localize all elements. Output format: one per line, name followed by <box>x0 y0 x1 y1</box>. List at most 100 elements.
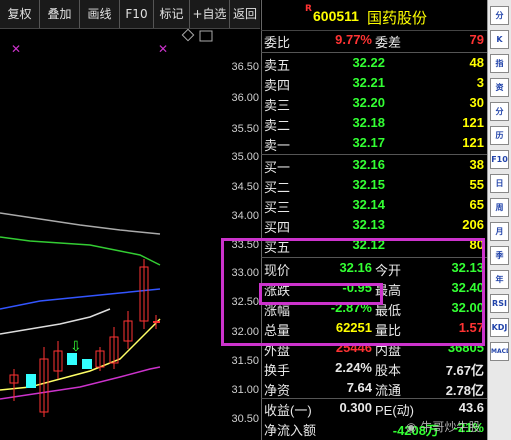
down-arrow-icon: ⇩ <box>70 339 82 355</box>
index-icon[interactable]: 指 <box>490 54 509 73</box>
stats-label: PE(动) <box>375 403 415 418</box>
divider <box>261 398 487 399</box>
watermark: ◉ 牛哥炒牛股 <box>406 418 480 435</box>
price-tick: 34.50 <box>231 181 259 193</box>
highlight-box <box>259 283 383 305</box>
buy-row[interactable]: 买一 32.16 38 <box>261 157 487 177</box>
buy-level-label: 买二 <box>264 180 291 195</box>
stats-row: 换手 2.24% 股本 7.67亿 <box>261 360 487 380</box>
divider <box>261 52 487 53</box>
stats-label: 换手 <box>264 363 291 378</box>
sell-volume: 121 <box>462 135 484 150</box>
marker-icon: ✕ <box>158 42 168 56</box>
stats-label: 净资 <box>264 383 291 398</box>
ma-line-purple <box>0 366 161 400</box>
overlay-button[interactable]: 叠加 <box>40 0 80 28</box>
price-tick: 35.00 <box>231 151 259 163</box>
sell-volume: 30 <box>469 95 484 110</box>
restore-rights-button[interactable]: 复权 <box>0 0 40 28</box>
candle <box>82 359 92 369</box>
sell-level-label: 卖二 <box>264 118 291 133</box>
back-button[interactable]: 返回 <box>230 0 260 28</box>
minute-chart-icon[interactable]: 分 <box>490 6 509 25</box>
sell-price: 32.20 <box>352 95 385 110</box>
sell-level-label: 卖五 <box>264 58 291 73</box>
daily-icon[interactable]: 日 <box>490 174 509 193</box>
monthly-icon[interactable]: 月 <box>490 222 509 241</box>
stock-code: 600511 <box>313 8 359 24</box>
kdj-icon[interactable]: KDJ <box>490 318 509 337</box>
order-diff-value: 79 <box>469 32 484 47</box>
order-ratio-row: 委比 9.77% 委差 79 <box>261 32 487 52</box>
sell-row[interactable]: 卖五 32.22 48 <box>261 55 487 75</box>
sell-level-label: 卖三 <box>264 98 291 113</box>
stats-value: 0.300 <box>339 400 372 415</box>
price-scale: 36.50 36.00 35.50 35.00 34.50 34.00 33.5… <box>217 29 261 440</box>
kline-chart[interactable]: ✕ ✕ ⇩ <box>0 29 217 440</box>
sell-price: 32.21 <box>352 75 385 90</box>
buy-row[interactable]: 买四 32.13 206 <box>261 217 487 237</box>
buy-row[interactable]: 买三 32.14 65 <box>261 197 487 217</box>
stats-row: 净资 7.64 流通 2.78亿 <box>261 380 487 400</box>
price-tick: 36.50 <box>231 61 259 73</box>
sell-row[interactable]: 卖四 32.21 3 <box>261 75 487 95</box>
chart-toolbar: 复权 叠加 画线 F10 标记 +自选 返回 <box>0 0 260 29</box>
buy-volume: 206 <box>462 217 484 232</box>
watermark-text: 牛哥炒牛股 <box>420 420 481 434</box>
buy-price: 32.13 <box>352 217 385 232</box>
price-tick: 31.50 <box>231 355 259 367</box>
split-icon[interactable]: 分 <box>490 102 509 121</box>
sell-price: 32.22 <box>352 55 385 70</box>
window-icon[interactable] <box>199 30 213 42</box>
buy-level-label: 买三 <box>264 200 291 215</box>
sell-volume: 3 <box>476 75 484 90</box>
stats-label: 流通 <box>375 383 402 398</box>
buy-price: 32.15 <box>352 177 385 192</box>
divider <box>261 154 487 155</box>
buy-level-label: 买四 <box>264 220 291 235</box>
draw-line-button[interactable]: 画线 <box>80 0 120 28</box>
add-watchlist-button[interactable]: +自选 <box>190 0 230 28</box>
kline-icon[interactable]: K <box>490 30 509 49</box>
macd-icon[interactable]: MACD <box>490 342 509 361</box>
buy-price: 32.16 <box>352 157 385 172</box>
stock-name: 国药股份 <box>367 9 428 27</box>
candles: ⇩ <box>9 259 160 417</box>
sell-row[interactable]: 卖一 32.17 121 <box>261 135 487 155</box>
order-ratio-value: 9.77% <box>335 32 372 47</box>
fund-icon[interactable]: 资 <box>490 78 509 97</box>
chart-markers: ✕ ✕ <box>11 29 213 56</box>
buy-volume: 55 <box>469 177 484 192</box>
order-ratio-label: 委比 <box>264 35 291 50</box>
mark-button[interactable]: 标记 <box>154 0 190 28</box>
sell-row[interactable]: 卖二 32.18 121 <box>261 115 487 135</box>
stats-row: 收益(一) 0.300 PE(动) 43.6 <box>261 400 487 420</box>
buy-price: 32.14 <box>352 197 385 212</box>
quarterly-icon[interactable]: 季 <box>490 246 509 265</box>
buy-volume: 38 <box>469 157 484 172</box>
stats-label: 股本 <box>375 363 402 378</box>
stats-value: 2.24% <box>335 360 372 375</box>
ma-line-white <box>0 308 111 335</box>
marker-icon: ✕ <box>11 42 21 56</box>
candle <box>153 321 160 323</box>
weekly-icon[interactable]: 周 <box>490 198 509 217</box>
buy-row[interactable]: 买二 32.15 55 <box>261 177 487 197</box>
net-inflow-label: 净流入额 <box>264 423 317 438</box>
sell-row[interactable]: 卖三 32.20 30 <box>261 95 487 115</box>
buy-volume: 65 <box>469 197 484 212</box>
stats-label: 收益(一) <box>264 403 312 418</box>
tool-sidebar: 分 K 指 资 分 历 F10 日 周 月 季 年 RSI KDJ MACD <box>487 0 511 440</box>
f10-button[interactable]: F10 <box>120 0 154 28</box>
yearly-icon[interactable]: 年 <box>490 270 509 289</box>
sell-volume: 121 <box>462 115 484 130</box>
rsi-icon[interactable]: RSI <box>490 294 509 313</box>
price-tick: 35.50 <box>231 123 259 135</box>
f10-icon[interactable]: F10 <box>490 150 509 169</box>
diamond-icon[interactable] <box>181 29 195 42</box>
stock-header: R 600511 国药股份 <box>261 0 487 31</box>
stats-value: 7.64 <box>346 380 372 395</box>
history-icon[interactable]: 历 <box>490 126 509 145</box>
price-tick: 30.50 <box>231 413 259 425</box>
candle <box>26 374 36 388</box>
